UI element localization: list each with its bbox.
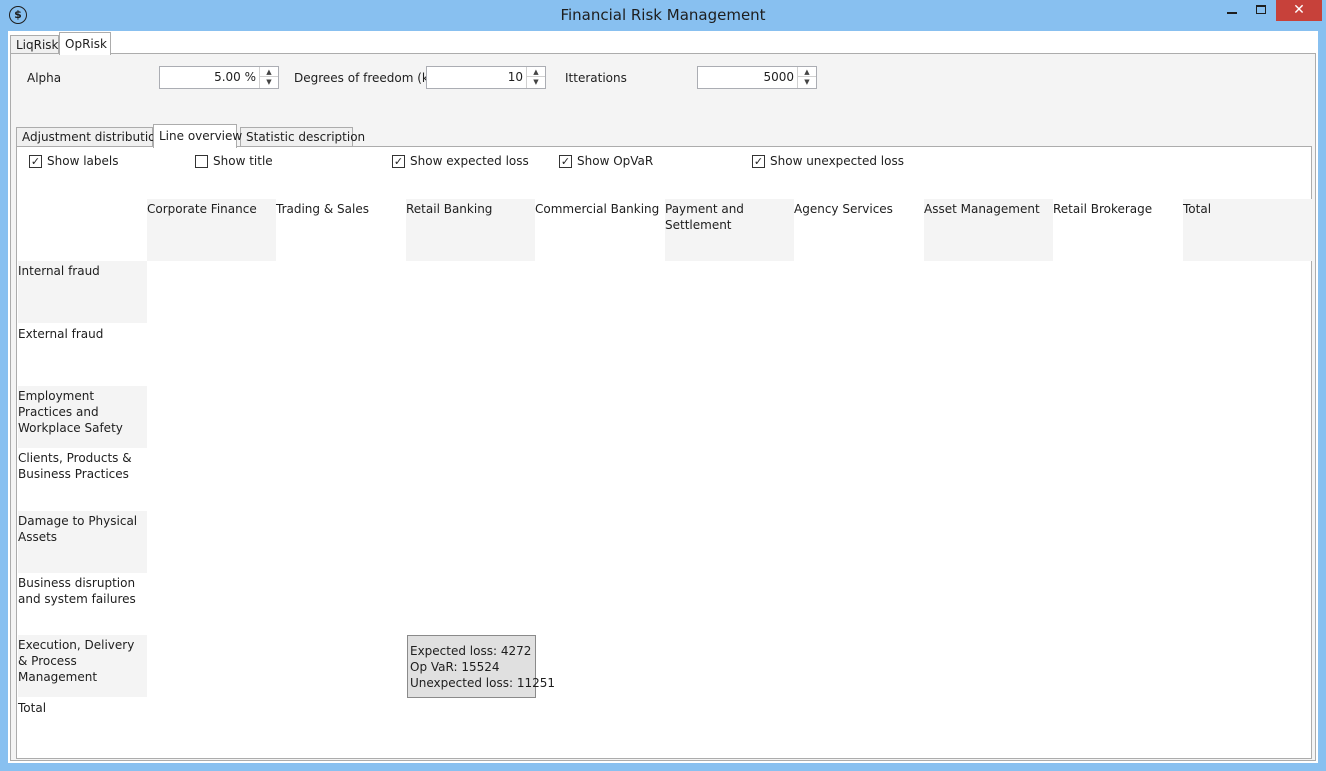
column-header: Corporate Finance <box>147 199 276 261</box>
iterations-decrement-icon[interactable]: ▼ <box>798 77 816 87</box>
checkbox-check-icon: ✓ <box>392 155 405 168</box>
row-header: Execution, Delivery & Process Management <box>18 635 147 697</box>
show-opvar-label: Show OpVaR <box>577 154 654 168</box>
close-icon: ✕ <box>1293 2 1305 18</box>
oprisk-panel: Alpha 5.00 % ▲ ▼ Degrees of freedom (k) … <box>10 53 1316 761</box>
alpha-spinner[interactable]: 5.00 % ▲ ▼ <box>159 66 279 89</box>
tab-liqrisk[interactable]: LiqRisk <box>10 35 59 55</box>
checkbox-check-icon: ✓ <box>559 155 572 168</box>
row-header: Internal fraud <box>18 261 147 323</box>
tab-adjustment-distribution[interactable]: Adjustment distribution <box>16 127 163 147</box>
minimize-button[interactable] <box>1218 0 1246 21</box>
column-header: Retail Banking <box>406 199 535 261</box>
minimize-icon <box>1227 12 1237 14</box>
title-bar: $ Financial Risk Management ✕ <box>0 0 1326 31</box>
show-unexpected-loss-label: Show unexpected loss <box>770 154 904 168</box>
tooltip-unexpected-loss: Unexpected loss: 11251 <box>410 676 555 690</box>
show-title-label: Show title <box>213 154 273 168</box>
row-header: Business disruption and system failures <box>18 576 136 606</box>
row-header: Clients, Products & Business Practices <box>18 451 132 481</box>
row-header: Total <box>18 701 47 715</box>
iterations-spin-arrows: ▲ ▼ <box>797 67 816 88</box>
column-header: Commercial Banking <box>535 202 660 216</box>
client-area: LiqRisk OpRisk Alpha 5.00 % ▲ ▼ Degrees … <box>8 31 1318 763</box>
close-button[interactable]: ✕ <box>1276 0 1322 21</box>
alpha-value[interactable]: 5.00 % <box>214 70 256 84</box>
iterations-spinner[interactable]: 5000 ▲ ▼ <box>697 66 817 89</box>
dof-label: Degrees of freedom (k) <box>294 71 434 85</box>
tooltip-expected-loss: Expected loss: 4272 <box>410 644 532 658</box>
dof-spin-arrows: ▲ ▼ <box>526 67 545 88</box>
window-title: Financial Risk Management <box>560 6 766 24</box>
row-header: Employment Practices and Workplace Safet… <box>18 386 147 448</box>
alpha-increment-icon[interactable]: ▲ <box>260 67 278 77</box>
tooltip-op-var: Op VaR: 15524 <box>410 660 500 674</box>
maximize-icon <box>1256 5 1266 14</box>
line-overview-panel: ✓ Show labels Show title ✓ Show expected… <box>16 146 1312 759</box>
tab-statistic-description[interactable]: Statistic description <box>240 127 365 147</box>
column-header: Agency Services <box>794 202 893 216</box>
alpha-spin-arrows: ▲ ▼ <box>259 67 278 88</box>
checkbox-check-icon: ✓ <box>752 155 765 168</box>
dof-spinner[interactable]: 10 ▲ ▼ <box>426 66 546 89</box>
iterations-increment-icon[interactable]: ▲ <box>798 67 816 77</box>
show-labels-label: Show labels <box>47 154 119 168</box>
row-header: External fraud <box>18 327 104 341</box>
column-header: Total <box>1183 199 1312 261</box>
iterations-label: Itterations <box>565 71 627 85</box>
column-header: Retail Brokerage <box>1053 202 1153 216</box>
tab-oprisk[interactable]: OpRisk <box>59 32 111 55</box>
iterations-value[interactable]: 5000 <box>763 70 794 84</box>
column-header: Payment and Settlement <box>665 199 794 261</box>
loss-tooltip: Expected loss: 4272 Op VaR: 15524 Unexpe… <box>407 635 555 698</box>
alpha-decrement-icon[interactable]: ▼ <box>260 77 278 87</box>
alpha-label: Alpha <box>27 71 62 85</box>
checkbox-empty-icon <box>195 155 208 168</box>
dof-increment-icon[interactable]: ▲ <box>527 67 545 77</box>
checkbox-check-icon: ✓ <box>29 155 42 168</box>
column-header: Asset Management <box>924 199 1053 261</box>
dof-value[interactable]: 10 <box>508 70 523 84</box>
maximize-button[interactable] <box>1247 0 1275 21</box>
dof-decrement-icon[interactable]: ▼ <box>527 77 545 87</box>
row-header: Damage to Physical Assets <box>18 511 147 573</box>
show-expected-loss-label: Show expected loss <box>410 154 529 168</box>
tab-line-overview[interactable]: Line overview <box>153 124 242 148</box>
column-header: Trading & Sales <box>276 202 369 216</box>
